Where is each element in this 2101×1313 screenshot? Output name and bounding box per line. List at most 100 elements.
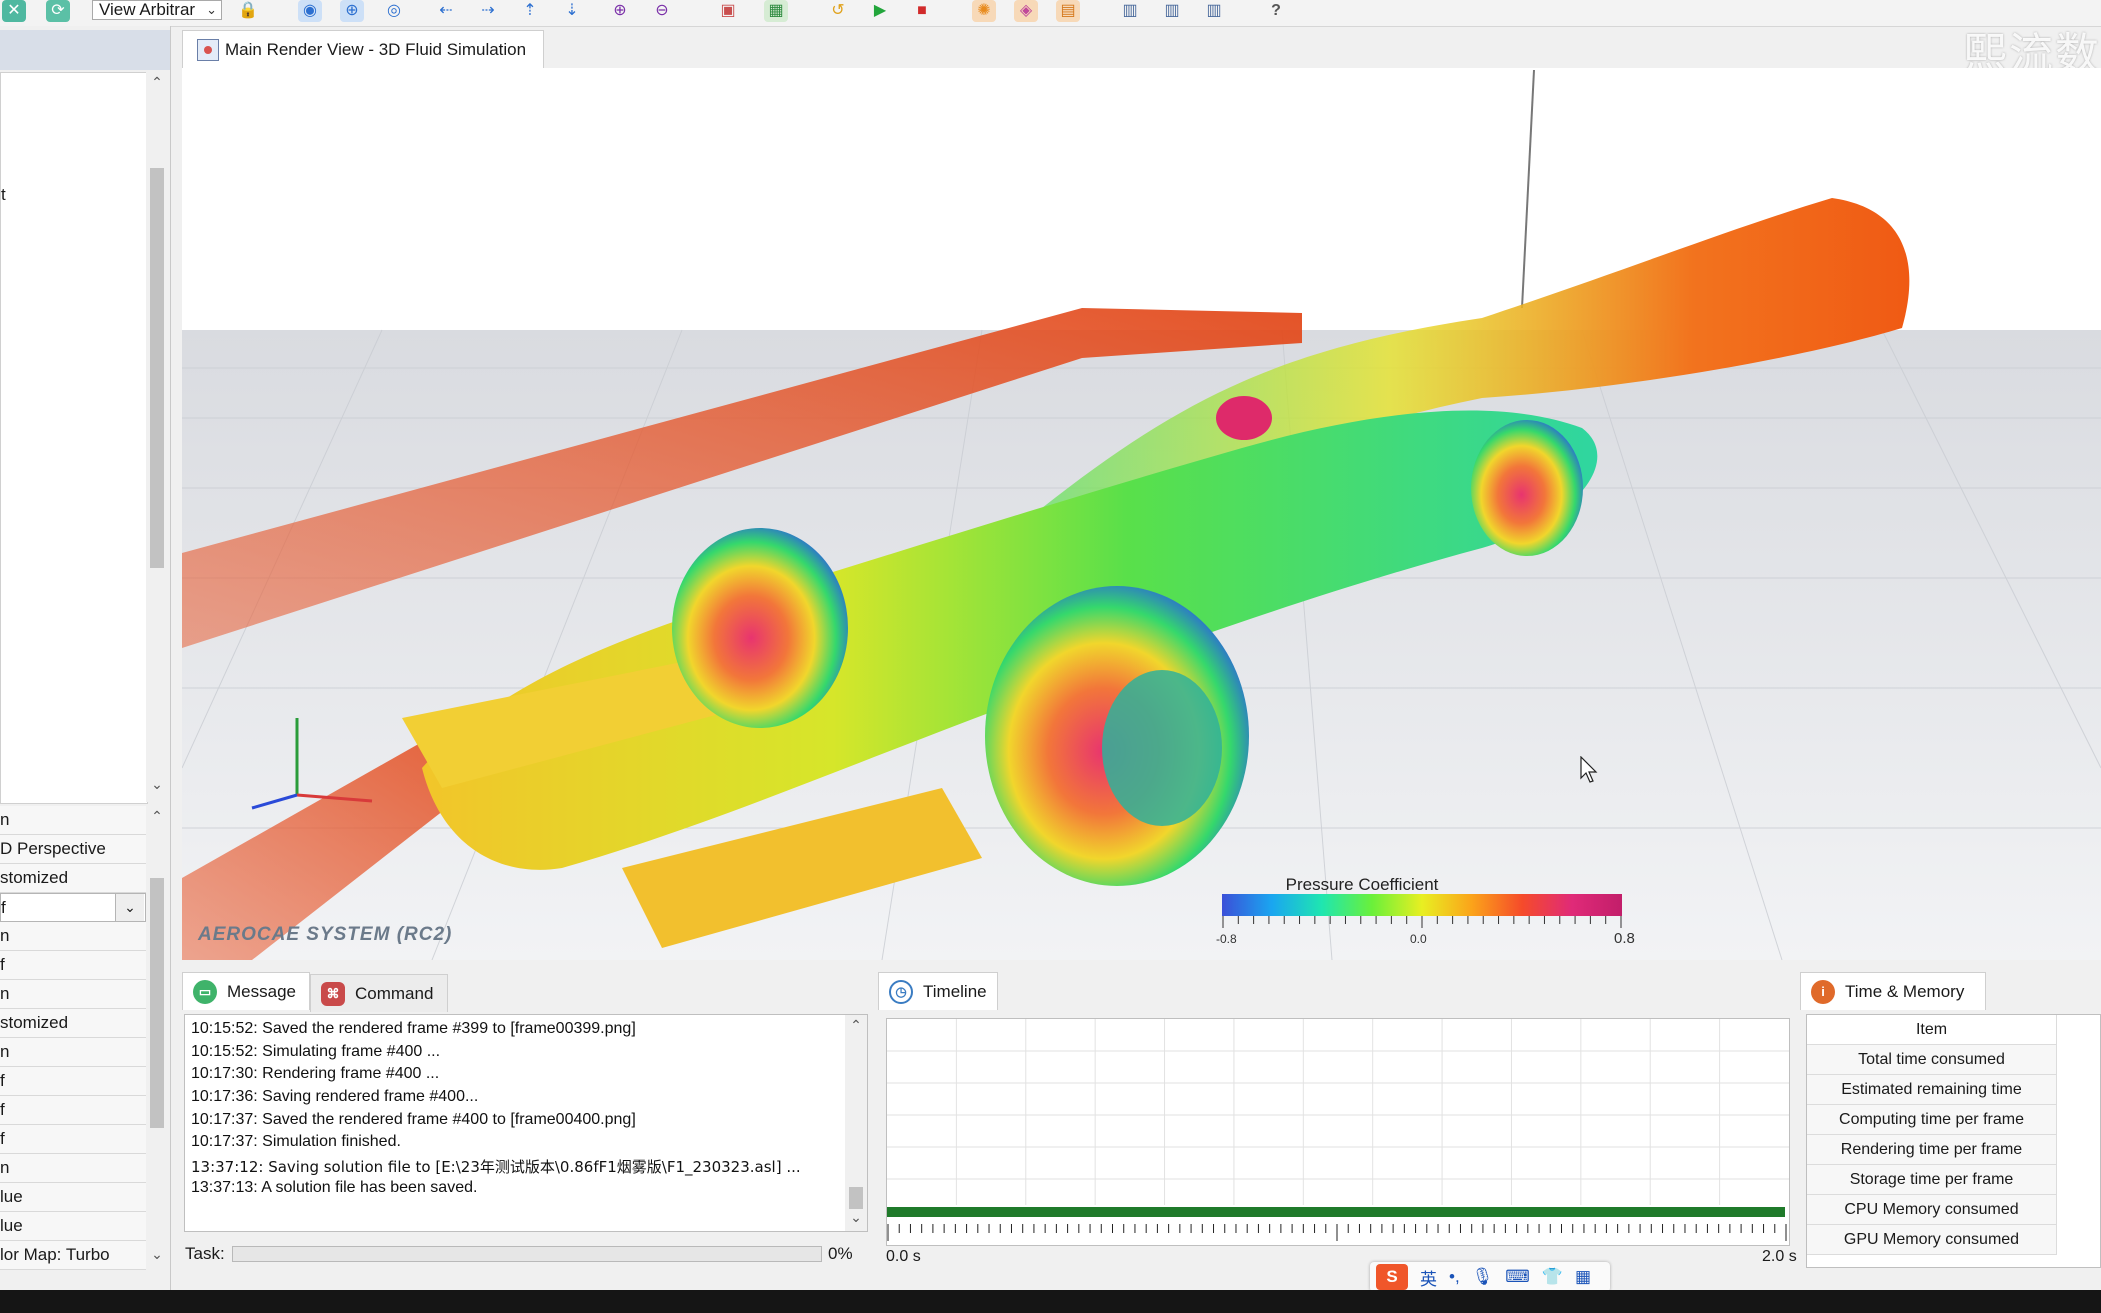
legend-min-label: -0.8 [1216,932,1237,946]
chevron-down-icon[interactable]: ⌄ [115,894,144,921]
tree-item[interactable]: t [1,185,6,205]
property-value: n [0,1158,10,1177]
table-row[interactable]: CPU Memory consumed [1807,1195,2057,1225]
orbit-icon[interactable]: ◎ [382,0,406,22]
scroll-down-icon[interactable]: ⌄ [848,1209,864,1226]
add-object-icon[interactable]: ▣ [716,0,740,22]
property-row[interactable]: f [0,1125,146,1154]
microphone-icon[interactable]: 🎙 [1472,1267,1494,1287]
tree-scroll-thumb[interactable] [150,168,164,568]
tab-label: Time & Memory [1845,981,1965,1001]
ime-language[interactable]: 英 [1420,1265,1437,1290]
property-row[interactable]: D Perspective [0,835,146,864]
property-row[interactable]: f [0,951,146,980]
timeline-grid [887,1019,1789,1241]
export-icon[interactable]: ▥ [1118,0,1142,22]
view-left-icon[interactable]: ⇠ [434,0,458,22]
export2-icon[interactable]: ▥ [1160,0,1184,22]
property-row[interactable]: n [0,1038,146,1067]
timeline-chart[interactable] [886,1018,1790,1246]
property-scrollbar[interactable]: ⌃ ⌄ [146,806,168,1272]
table-row[interactable]: Storage time per frame [1807,1165,2057,1195]
tab-timeline[interactable]: ◷ Timeline [878,972,998,1010]
property-dropdown[interactable]: f ⌄ [0,893,146,922]
mesh-icon[interactable]: ▦ [764,0,788,22]
table-row[interactable]: Rendering time per frame [1807,1135,2057,1165]
object-tree[interactable]: t [0,72,148,804]
log-scrollbar[interactable]: ⌃ ⌄ [845,1015,867,1231]
property-row[interactable]: lor Map: Turbo [0,1241,146,1270]
tab-label: Main Render View - 3D Fluid Simulation [225,39,527,59]
table-row[interactable]: Computing time per frame [1807,1105,2057,1135]
property-row[interactable]: lue [0,1183,146,1212]
property-row[interactable]: stomized [0,1009,146,1038]
cube-icon[interactable]: ◈ [1014,0,1038,22]
keyboard-icon[interactable]: ⌨ [1505,1267,1530,1287]
sogou-icon[interactable]: S [1376,1264,1408,1290]
render-viewport[interactable]: AEROCAE SYSTEM (RC2) Pressure Coefficien… [182,68,2101,960]
tab-command[interactable]: ⌘ Command [310,974,448,1012]
time-memory-table[interactable]: Item Total time consumed Estimated remai… [1806,1014,2101,1268]
property-row[interactable]: n [0,806,146,835]
scroll-down-icon[interactable]: ⌄ [149,1246,165,1263]
scene-render [182,68,2101,960]
tab-label: Command [355,983,434,1003]
view-up-icon[interactable]: ⇡ [518,0,542,22]
property-row[interactable]: n [0,1154,146,1183]
export3-icon[interactable]: ▥ [1202,0,1226,22]
table-row[interactable]: Total time consumed [1807,1045,2057,1075]
log-line: 10:15:52: Simulating frame #400 ... [191,1043,441,1060]
view-select[interactable]: View Arbitrar ⌄ [92,0,222,20]
tab-time-memory[interactable]: i Time & Memory [1800,972,1986,1010]
property-row[interactable]: f [0,1096,146,1125]
box-icon[interactable]: ▤ [1056,0,1080,22]
table-row[interactable]: Estimated remaining time [1807,1075,2057,1105]
rotate-icon[interactable]: ◉ [298,0,322,22]
view-down-icon[interactable]: ⇣ [560,0,584,22]
property-scroll-thumb[interactable] [150,878,164,1128]
view-right-icon[interactable]: ⇢ [476,0,500,22]
legend-mid-label: 0.0 [1410,932,1427,946]
tab-message[interactable]: ▭ Message [182,972,310,1010]
property-row[interactable]: stomized [0,864,146,893]
scroll-up-icon[interactable]: ⌃ [848,1017,864,1034]
timeline-progress-bar [887,1207,1785,1217]
help-icon[interactable]: ? [1264,0,1288,22]
left-panel-header [0,30,170,70]
legend-max-label: 0.8 [1614,930,1635,947]
log-scroll-thumb[interactable] [849,1187,863,1209]
property-value: stomized [0,1013,69,1032]
tree-scrollbar[interactable]: ⌃ ⌄ [146,72,168,802]
property-row[interactable]: lue [0,1212,146,1241]
reset-icon[interactable]: ↺ [826,0,850,22]
zoom-out-icon[interactable]: ⊖ [650,0,674,22]
property-row[interactable]: n [0,922,146,951]
scroll-up-icon[interactable]: ⌃ [149,74,165,91]
zoom-in-icon[interactable]: ⊕ [608,0,632,22]
scroll-down-icon[interactable]: ⌄ [149,776,165,793]
close-icon[interactable]: ✕ [2,0,26,22]
property-row[interactable]: n [0,980,146,1009]
scroll-up-icon[interactable]: ⌃ [149,808,165,825]
property-value: lor Map: Turbo [0,1245,110,1264]
tab-label: Timeline [923,981,987,1001]
light-icon[interactable]: ✺ [972,0,996,22]
property-value: D Perspective [0,839,106,858]
refresh-icon[interactable]: ⟳ [46,0,70,22]
property-row[interactable]: f [0,1067,146,1096]
stop-icon[interactable]: ■ [910,0,934,22]
property-value: f [0,1071,5,1090]
property-value: n [0,984,10,1003]
punctuation-icon[interactable]: •, [1449,1267,1460,1287]
pan-icon[interactable]: ⊕ [340,0,364,22]
message-log[interactable]: 10:15:52: Saved the rendered frame #399 … [184,1014,868,1232]
skin-icon[interactable]: 👕 [1542,1267,1563,1287]
lock-icon[interactable]: 🔒 [236,0,260,22]
play-icon[interactable]: ▶ [868,0,892,22]
command-icon: ⌘ [321,981,345,1006]
table-row[interactable]: GPU Memory consumed [1807,1225,2057,1255]
tab-main-render-view[interactable]: Main Render View - 3D Fluid Simulation [182,30,544,68]
ime-toolbar[interactable]: S 英 •, 🎙 ⌨ 👕 ▦ [1370,1262,1610,1292]
log-line: 10:17:36: Saving rendered frame #400... [191,1088,479,1105]
toolbox-icon[interactable]: ▦ [1575,1267,1591,1287]
